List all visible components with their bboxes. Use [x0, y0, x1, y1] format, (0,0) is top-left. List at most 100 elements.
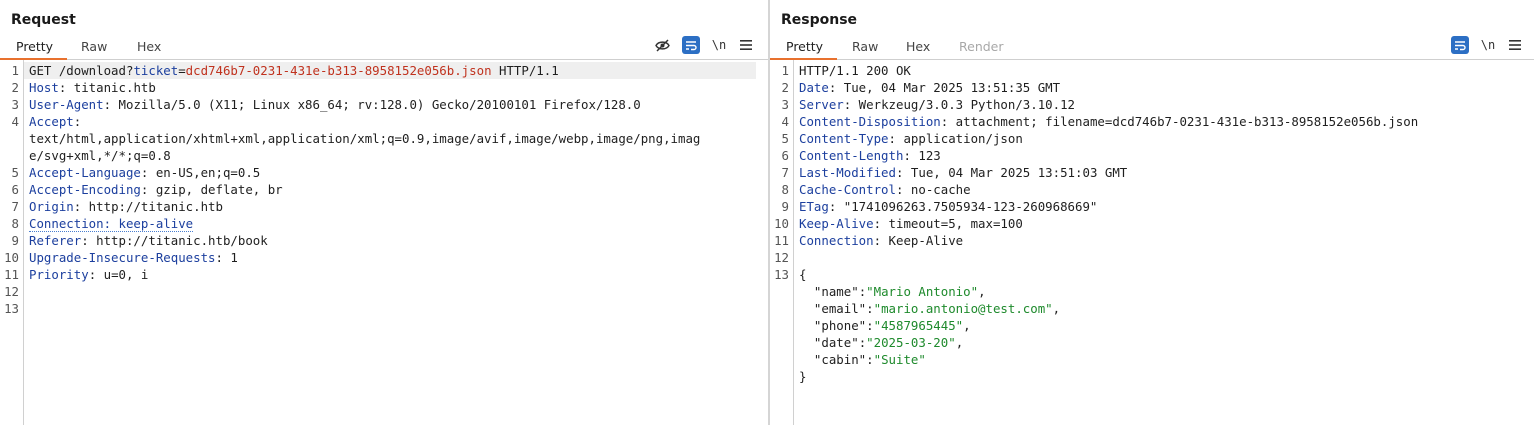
tab-pretty[interactable]: Pretty	[770, 37, 838, 60]
code-token: : titanic.htb	[58, 80, 156, 95]
code-line[interactable]: "name":"Mario Antonio",	[770, 283, 1534, 300]
code-line[interactable]: 8 Cache-Control: no-cache	[770, 181, 1534, 198]
code-token: : Keep-Alive	[873, 233, 964, 248]
code-line[interactable]: }	[770, 368, 1534, 385]
line-content: "email":"mario.antonio@test.com",	[799, 300, 1060, 317]
code-line[interactable]: 12	[0, 283, 768, 300]
eye-off-icon[interactable]	[653, 36, 671, 54]
code-token: : "1741096263.7505934-123-260968669"	[828, 199, 1098, 214]
line-content: e/svg+xml,*/*;q=0.8	[29, 147, 171, 164]
code-token: : http://titanic.htb/book	[81, 233, 268, 248]
line-content: ETag: "1741096263.7505934-123-260968669"	[799, 198, 1097, 215]
tab-hex[interactable]: Hex	[137, 37, 161, 58]
line-number: 11	[774, 233, 789, 248]
code-token: Last-Modified	[799, 165, 896, 180]
line-content: GET /download?ticket=dcd746b7-0231-431e-…	[29, 62, 559, 79]
line-number: 10	[4, 250, 19, 265]
code-line[interactable]: e/svg+xml,*/*;q=0.8	[0, 147, 768, 164]
code-line[interactable]: 2 Host: titanic.htb	[0, 79, 768, 96]
newline-toggle-button[interactable]: \n	[710, 36, 728, 54]
code-line[interactable]: text/html,application/xhtml+xml,applicat…	[0, 130, 768, 147]
code-line[interactable]: 4 Accept:	[0, 113, 768, 130]
code-line[interactable]: "phone":"4587965445",	[770, 317, 1534, 334]
word-wrap-icon[interactable]	[682, 36, 700, 54]
response-title: Response	[781, 12, 858, 28]
line-content: Keep-Alive: timeout=5, max=100	[799, 215, 1023, 232]
code-token: "name"	[799, 284, 859, 299]
code-line[interactable]: 1 GET /download?ticket=dcd746b7-0231-431e…	[12, 62, 756, 79]
code-line[interactable]: 10 Upgrade-Insecure-Requests: 1	[0, 249, 768, 266]
line-number: 7	[781, 165, 789, 180]
code-line[interactable]: 4 Content-Disposition: attachment; filena…	[770, 113, 1534, 130]
code-token: Origin	[29, 199, 74, 214]
code-line[interactable]: 8 Connection: keep-alive	[0, 215, 768, 232]
request-title: Request	[11, 12, 76, 28]
code-line[interactable]: "cabin":"Suite"	[770, 351, 1534, 368]
code-line[interactable]: 12	[770, 249, 1534, 266]
code-line[interactable]: 11 Priority: u=0, i	[0, 266, 768, 283]
request-pane: Request Pretty Raw Hex \n 1 GET /download…	[0, 0, 768, 425]
code-line[interactable]: 13 {	[770, 266, 1534, 283]
code-line[interactable]: 7 Origin: http://titanic.htb	[0, 198, 768, 215]
line-number: 9	[781, 199, 789, 214]
line-content: Origin: http://titanic.htb	[29, 198, 223, 215]
code-token: "4587965445"	[873, 318, 964, 333]
code-token: : application/json	[888, 131, 1023, 146]
code-token: "date"	[799, 335, 859, 350]
line-number: 6	[781, 148, 789, 163]
line-content: "date":"2025-03-20",	[799, 334, 963, 351]
code-line[interactable]: 6 Content-Length: 123	[770, 147, 1534, 164]
line-content: Content-Disposition: attachment; filenam…	[799, 113, 1418, 130]
line-number: 13	[4, 301, 19, 316]
line-content: Content-Type: application/json	[799, 130, 1023, 147]
code-line[interactable]: 1 HTTP/1.1 200 OK	[770, 62, 1534, 79]
code-line[interactable]: "date":"2025-03-20",	[770, 334, 1534, 351]
code-token: : attachment; filename=dcd746b7-0231-431…	[940, 114, 1419, 129]
code-line[interactable]: 9 ETag: "1741096263.7505934-123-260968669…	[770, 198, 1534, 215]
tab-hex[interactable]: Hex	[906, 37, 930, 58]
hamburger-menu-icon[interactable]	[1506, 36, 1524, 54]
line-content: Host: titanic.htb	[29, 79, 156, 96]
code-line[interactable]: 5 Accept-Language: en-US,en;q=0.5	[0, 164, 768, 181]
line-number: 6	[11, 182, 19, 197]
code-line[interactable]: 7 Last-Modified: Tue, 04 Mar 2025 13:51:0…	[770, 164, 1534, 181]
request-editor[interactable]: 1 GET /download?ticket=dcd746b7-0231-431e…	[0, 60, 768, 425]
code-line[interactable]: 3 Server: Werkzeug/3.0.3 Python/3.10.12	[770, 96, 1534, 113]
line-content: text/html,application/xhtml+xml,applicat…	[29, 130, 700, 147]
code-token: ,	[1052, 301, 1061, 316]
tab-raw[interactable]: Raw	[81, 37, 107, 58]
response-editor[interactable]: 1 HTTP/1.1 200 OK 2 Date: Tue, 04 Mar 2025 …	[770, 60, 1534, 425]
code-token: User-Agent	[29, 97, 104, 112]
word-wrap-icon[interactable]	[1451, 36, 1469, 54]
line-content: "phone":"4587965445",	[799, 317, 971, 334]
code-line[interactable]: 5 Content-Type: application/json	[770, 130, 1534, 147]
code-token: Connection	[799, 233, 874, 248]
code-token: Host	[29, 80, 59, 95]
code-line[interactable]: 9 Referer: http://titanic.htb/book	[0, 232, 768, 249]
tab-pretty[interactable]: Pretty	[0, 37, 68, 60]
hamburger-menu-icon[interactable]	[737, 36, 755, 54]
code-token: :	[866, 318, 874, 333]
line-content: HTTP/1.1 200 OK	[799, 62, 911, 79]
line-content: {	[799, 266, 806, 283]
code-line[interactable]: 10 Keep-Alive: timeout=5, max=100	[770, 215, 1534, 232]
code-line[interactable]: 13	[0, 300, 768, 317]
code-token: : no-cache	[895, 182, 971, 197]
line-content: Upgrade-Insecure-Requests: 1	[29, 249, 238, 266]
code-token: "email"	[799, 301, 867, 316]
code-line[interactable]: 11 Connection: Keep-Alive	[770, 232, 1534, 249]
code-token: ,	[955, 335, 964, 350]
tab-render[interactable]: Render	[959, 37, 1004, 58]
code-line[interactable]: 6 Accept-Encoding: gzip, deflate, br	[0, 181, 768, 198]
line-content: Server: Werkzeug/3.0.3 Python/3.10.12	[799, 96, 1075, 113]
line-number: 13	[774, 267, 789, 282]
code-token: : Mozilla/5.0 (X11; Linux x86_64; rv:128…	[103, 97, 641, 112]
code-line[interactable]: "email":"mario.antonio@test.com",	[770, 300, 1534, 317]
tab-raw[interactable]: Raw	[852, 37, 878, 58]
line-number: 1	[781, 63, 789, 78]
newline-toggle-button[interactable]: \n	[1479, 36, 1497, 54]
code-line[interactable]: 3 User-Agent: Mozilla/5.0 (X11; Linux x86…	[0, 96, 768, 113]
code-token: {	[799, 267, 807, 282]
line-number: 1	[11, 63, 19, 78]
code-line[interactable]: 2 Date: Tue, 04 Mar 2025 13:51:35 GMT	[770, 79, 1534, 96]
